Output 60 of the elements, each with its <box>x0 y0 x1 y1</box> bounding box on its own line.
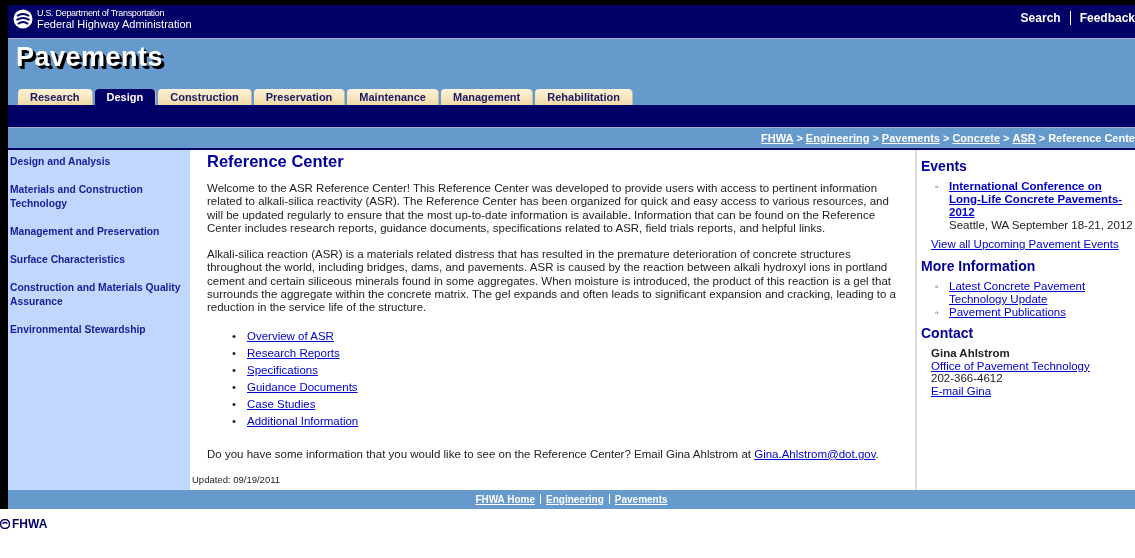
bullet: • <box>232 345 238 361</box>
resource-link[interactable]: Overview of ASR <box>247 329 334 342</box>
section-heading: Contact <box>921 325 975 341</box>
event-link[interactable]: International Conference on Long-Life Concrete Pavements-2012 <box>949 180 1135 219</box>
nav-tab[interactable]: Rehabilitation <box>535 89 632 105</box>
agency-name: Federal Highway Administration <box>37 19 192 30</box>
breadcrumb-current: Reference Cente <box>1048 132 1135 144</box>
breadcrumb-separator: > <box>942 132 950 144</box>
bullet: ◦ <box>935 180 940 194</box>
email-link[interactable]: Gina.Ahlstrom@dot.gov <box>754 447 876 460</box>
footer-logo: FHWA <box>12 516 48 531</box>
updated-date: Updated: 09/19/2011 <box>192 473 282 485</box>
sidebar-link[interactable]: Construction and Materials Quality Assurance <box>10 281 186 309</box>
resource-link[interactable]: Additional Information <box>247 414 359 427</box>
bullet: ◦ <box>935 306 940 319</box>
sidebar-link[interactable]: Surface Characteristics <box>10 253 186 267</box>
paragraph: Alkali-silica reaction (ASR) is a materials related distress that has resulted in the premature deterioration of concrete structures throughout the world, including bridges, dams, and pavements. ASR is caused by the reaction between alkali hydroxyl ions in portland cement and certain siliceous minerals found in some aggregates. When moisture is introduced, the product of this reaction is a gel that surrounds the aggregate within the concrete matrix. The gel expands and often leads to significant expansion and cracking, leading to a reduction in the service life of the structure. <box>207 248 897 315</box>
office-link[interactable]: Office of Pavement Technology <box>931 359 1135 372</box>
resource-link[interactable]: Case Studies <box>247 397 316 410</box>
agency-logo-icon <box>0 518 10 529</box>
info-link[interactable]: Pavement Publications <box>949 306 1066 319</box>
nav-tab[interactable]: Design <box>94 89 156 105</box>
agency-logo-icon <box>13 9 33 29</box>
sidebar-link[interactable]: Materials and Construction Technology <box>10 183 186 211</box>
resource-link[interactable]: Guidance Documents <box>247 380 358 393</box>
nav-tab[interactable]: Construction <box>158 89 251 105</box>
event-details: Seattle, WA September 18-21, 2012 <box>949 219 1134 232</box>
bullet: • <box>232 396 238 412</box>
sidebar-link[interactable]: Management and Preservation <box>10 225 186 239</box>
section-heading: More Information <box>921 258 1037 274</box>
nav-tab[interactable]: Maintenance <box>347 89 438 105</box>
bullet: • <box>232 328 238 344</box>
bullet: • <box>232 413 238 429</box>
contact-name: Gina Ahlstrom <box>931 347 1011 360</box>
nav-tab[interactable]: Management <box>441 89 533 105</box>
bullet: • <box>232 362 238 378</box>
section-heading: Events <box>921 158 968 174</box>
sidebar-link[interactable]: Environmental Stewardship <box>10 323 186 337</box>
bullet: ◦ <box>935 280 940 294</box>
resource-link[interactable]: Specifications <box>247 363 318 376</box>
paragraph: Welcome to the ASR Reference Center! This Reference Center was developed to provide users with access to pertinent information related to alkali-silica reactivity (ASR). The Reference Center has been organized for quick and easy access to various resources, and will be updated regularly to ensure that the most up-to-date information is available. Information that can be found on the Reference Center includes research reports, guidance documents, specifications related to ASR, field trials reports, and helpful links. <box>207 182 890 236</box>
agency-name: U.S. Department of Transportation <box>37 8 166 19</box>
resource-link[interactable]: Research Reports <box>247 346 340 359</box>
header-link[interactable]: Feedback <box>1079 11 1135 25</box>
email-link[interactable]: E-mail Gina <box>931 384 1135 397</box>
breadcrumb-separator: > <box>1003 132 1010 144</box>
info-link[interactable]: Latest Concrete Pavement Technology Update <box>949 280 1135 306</box>
bullet: • <box>232 379 238 395</box>
breadcrumb-separator: > <box>872 132 879 144</box>
page-heading: Reference Center <box>207 152 345 171</box>
events-link[interactable]: View all Upcoming Pavement Events <box>931 238 1135 250</box>
header-link[interactable]: Search <box>1020 11 1061 25</box>
breadcrumb-separator: > <box>1038 132 1046 144</box>
sidebar-link[interactable]: Design and Analysis <box>10 155 186 169</box>
breadcrumb-separator: > <box>796 132 803 144</box>
nav-tab[interactable]: Preservation <box>253 89 345 105</box>
contact-phone: 202-366-4612 <box>931 372 1004 385</box>
contact-prompt: Do you have some information that you would like to see on the Reference Center? Email Gina Ahlstrom at <box>207 447 751 460</box>
site-title: Pavements <box>15 41 165 73</box>
nav-tab[interactable]: Research <box>18 89 92 105</box>
